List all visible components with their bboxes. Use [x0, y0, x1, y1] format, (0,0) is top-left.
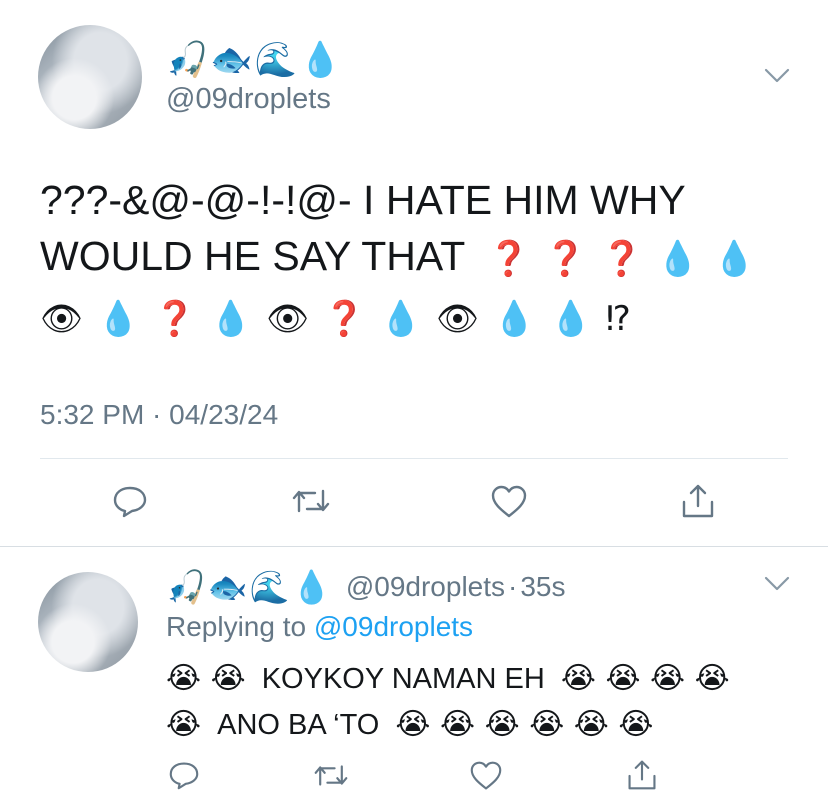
reply-words: KOYKOY NAMAN EH [261, 663, 545, 695]
reply-emoji: 😭 😭 😭 😭 [560, 661, 730, 696]
retweet-icon[interactable] [313, 762, 349, 789]
handle[interactable]: @09droplets [166, 82, 331, 116]
divider [40, 458, 788, 459]
replying-to: Replying to @09droplets [166, 610, 473, 644]
heart-icon[interactable] [469, 760, 503, 792]
section-divider [0, 546, 828, 547]
heart-icon[interactable] [490, 484, 528, 520]
replying-to-label: Replying to [166, 611, 314, 642]
handle[interactable]: @09droplets [346, 571, 505, 602]
reply-text: 😭 😭 KOYKOY NAMAN EH 😭 😭 😭 😭 😭 ANO BA ‘TO… [166, 656, 806, 748]
reply-icon[interactable] [112, 484, 148, 518]
tweet-timestamp[interactable]: 5:32 PM · 04/23/24 [40, 398, 278, 432]
display-name[interactable]: 🎣🐟🌊💧 [166, 40, 343, 80]
avatar[interactable] [38, 572, 138, 672]
share-icon[interactable] [626, 758, 658, 792]
display-name[interactable]: 🎣🐟🌊💧 [166, 568, 333, 606]
share-icon[interactable] [680, 482, 716, 520]
separator: · [508, 571, 518, 602]
replying-to-handle[interactable]: @09droplets [314, 611, 473, 642]
avatar[interactable] [38, 25, 142, 129]
reply-header: 🎣🐟🌊💧 @09droplets · 35s [166, 568, 566, 608]
tweet-text: ???-&@-@-!-!@- I HATE HIM WHY WOULD HE S… [40, 172, 800, 351]
chevron-down-icon[interactable] [764, 576, 790, 592]
retweet-icon[interactable] [291, 486, 331, 516]
reply-age[interactable]: 35s [520, 571, 565, 602]
reply-text-line-2: 😭 ANO BA ‘TO 😭 😭 😭 😭 😭 😭 [166, 702, 806, 748]
chevron-down-icon[interactable] [764, 68, 790, 84]
tweet-text-line-3: 👁💧❓💧👁❓💧👁💧💧⁉ [40, 299, 645, 339]
reply-words: ANO BA ‘TO [217, 709, 380, 741]
tweet-text-emoji: ❓❓❓💧💧 [487, 239, 770, 279]
reply-emoji: 😭 😭 😭 😭 😭 😭 [395, 707, 654, 742]
tweet-text-line-1: ???-&@-@-!-!@- I HATE HIM WHY [40, 177, 686, 223]
reply-text-line-1: 😭 😭 KOYKOY NAMAN EH 😭 😭 😭 😭 [166, 656, 806, 702]
reply-emoji: 😭 😭 [166, 661, 246, 696]
tweet-text-words: WOULD HE SAY THAT [40, 233, 465, 279]
reply-emoji: 😭 [166, 707, 202, 742]
tweet-text-line-2: WOULD HE SAY THAT ❓❓❓💧💧 [40, 228, 800, 287]
reply-icon[interactable] [168, 760, 200, 790]
